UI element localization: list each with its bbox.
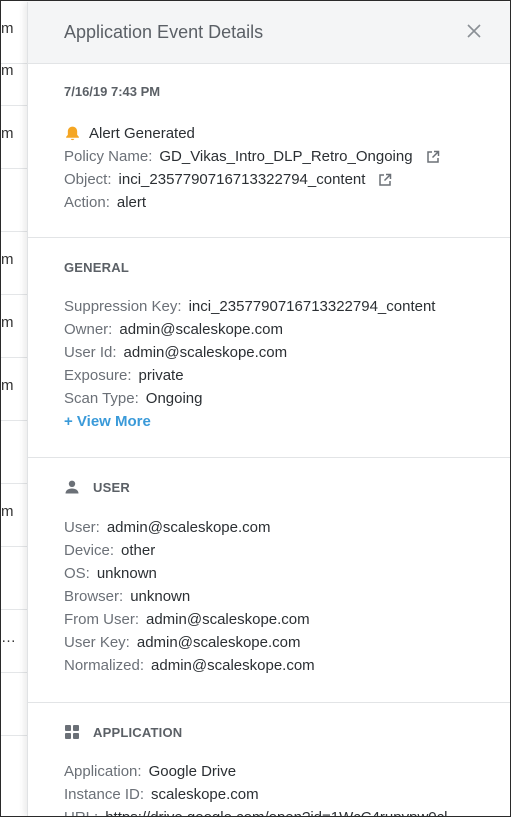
field-value: other: [121, 542, 156, 559]
alert-status-row: Alert Generated: [64, 122, 510, 145]
list-item[interactable]: m: [1, 295, 27, 358]
field-label: User Id:: [64, 344, 117, 361]
general-section: GENERAL Suppression Key: inci_2357790716…: [28, 238, 510, 458]
grid-icon: [65, 725, 79, 739]
list-item-text: m: [1, 20, 14, 37]
policy-name-value: GD_Vikas_Intro_DLP_Retro_Ongoing: [159, 148, 413, 165]
field-label: Normalized:: [64, 657, 145, 674]
alert-label: Alert Generated: [89, 125, 195, 142]
policy-name-label: Policy Name:: [64, 148, 153, 165]
field-label: Suppression Key:: [64, 298, 182, 315]
list-item-text: m: [1, 503, 14, 520]
view-more-link[interactable]: + View More: [64, 410, 510, 433]
field-value: admin@scaleskope.com: [106, 519, 271, 536]
list-item[interactable]: [1, 421, 27, 484]
field-value: admin@scaleskope.com: [151, 657, 315, 674]
list-item[interactable]: [1, 547, 27, 610]
list-item[interactable]: m: [1, 484, 27, 547]
alert-section: 7/16/19 7:43 PM Alert Generated Policy N…: [28, 64, 510, 238]
list-item-text: m: [1, 251, 14, 268]
application-heading: APPLICATION: [64, 703, 510, 741]
user-heading: USER: [64, 458, 510, 496]
application-field-row: Instance ID: scaleskope.com: [64, 783, 510, 806]
list-item-text: m: [1, 125, 14, 142]
list-item[interactable]: m: [1, 106, 27, 169]
user-field-row: Normalized: admin@scaleskope.com: [64, 654, 510, 677]
field-value: admin@scaleskope.com: [146, 611, 310, 628]
panel-title: Application Event Details: [64, 22, 264, 42]
user-field-row: From User: admin@scaleskope.com: [64, 608, 510, 631]
field-label: User Key:: [64, 634, 130, 651]
field-value: admin@scaleskope.com: [136, 634, 301, 651]
list-item-text: m: [1, 377, 14, 394]
field-label: Exposure:: [64, 367, 132, 384]
field-label: OS:: [64, 565, 90, 582]
field-value: Ongoing: [145, 390, 203, 407]
general-field-row: User Id: admin@scaleskope.com: [64, 341, 510, 364]
close-icon: [467, 24, 481, 38]
policy-name-row: Policy Name: GD_Vikas_Intro_DLP_Retro_On…: [64, 145, 510, 168]
field-value: admin@scaleskope.com: [119, 321, 283, 338]
object-value: inci_2357790716713322794_content: [118, 171, 366, 188]
list-item[interactable]: …: [1, 610, 27, 673]
user-field-row: Device: other: [64, 539, 510, 562]
external-link-icon[interactable]: [378, 173, 392, 187]
list-item-text: …: [1, 629, 16, 646]
field-label: Scan Type:: [64, 390, 139, 407]
event-details-panel: Application Event Details 7/16/19 7:43 P…: [27, 2, 510, 817]
field-label: Application:: [64, 763, 142, 780]
user-field-row: OS: unknown: [64, 562, 510, 585]
general-field-row: Exposure: private: [64, 364, 510, 387]
field-label: Device:: [64, 542, 115, 559]
general-field-row: Scan Type: Ongoing: [64, 387, 510, 410]
general-heading: GENERAL: [64, 259, 129, 275]
list-item[interactable]: [1, 169, 27, 232]
external-link-icon[interactable]: [426, 150, 440, 164]
field-label: URL:: [64, 806, 98, 816]
user-heading-text: USER: [93, 479, 130, 495]
user-section: USER User: admin@scaleskope.com Device: …: [28, 458, 510, 703]
bell-icon: [66, 126, 79, 141]
user-field-row: Browser: unknown: [64, 585, 510, 608]
list-item[interactable]: m: [1, 358, 27, 421]
application-section: APPLICATION Application: Google Drive In…: [28, 703, 510, 817]
user-field-row: User Key: admin@scaleskope.com: [64, 631, 510, 654]
list-item[interactable]: m: [1, 43, 27, 106]
general-field-row: Owner: admin@scaleskope.com: [64, 318, 510, 341]
field-label: User:: [64, 519, 100, 536]
list-item-text: m: [1, 314, 14, 331]
user-field-row: User: admin@scaleskope.com: [64, 516, 510, 539]
action-value: alert: [116, 194, 147, 211]
application-field-row: Application: Google Drive: [64, 760, 510, 783]
field-value: unknown: [130, 588, 191, 605]
field-label: Instance ID:: [64, 786, 145, 803]
object-row: Object: inci_2357790716713322794_content: [64, 168, 510, 191]
field-label: From User:: [64, 611, 139, 628]
field-value: private: [138, 367, 184, 384]
field-label: Browser:: [64, 588, 124, 605]
field-label: Owner:: [64, 321, 113, 338]
general-field-row: Suppression Key: inci_235779071671332279…: [64, 295, 510, 318]
field-value: unknown: [96, 565, 157, 582]
panel-header: Application Event Details: [28, 2, 510, 64]
user-icon: [65, 480, 79, 494]
object-label: Object:: [64, 171, 112, 188]
application-field-row: URL: https://drive.google.com/open?id=1W…: [64, 806, 510, 816]
field-value: Google Drive: [148, 763, 237, 780]
action-row: Action: alert: [64, 191, 510, 214]
field-value: inci_2357790716713322794_content: [188, 298, 436, 315]
field-value[interactable]: https://drive.google.com/open?id=1WcC4ru…: [105, 806, 447, 816]
app-frame: m m m m m m m … Application Event Detail…: [0, 0, 511, 817]
action-label: Action:: [64, 194, 110, 211]
close-button[interactable]: [465, 22, 483, 40]
background-event-list: m m m m m m m …: [1, 1, 27, 816]
list-item[interactable]: m: [1, 232, 27, 295]
application-heading-text: APPLICATION: [93, 724, 183, 740]
field-value: scaleskope.com: [151, 786, 259, 803]
event-timestamp: 7/16/19 7:43 PM: [64, 84, 161, 99]
list-item-text: m: [1, 62, 14, 79]
list-item[interactable]: [1, 673, 27, 736]
field-value: admin@scaleskope.com: [123, 344, 288, 361]
